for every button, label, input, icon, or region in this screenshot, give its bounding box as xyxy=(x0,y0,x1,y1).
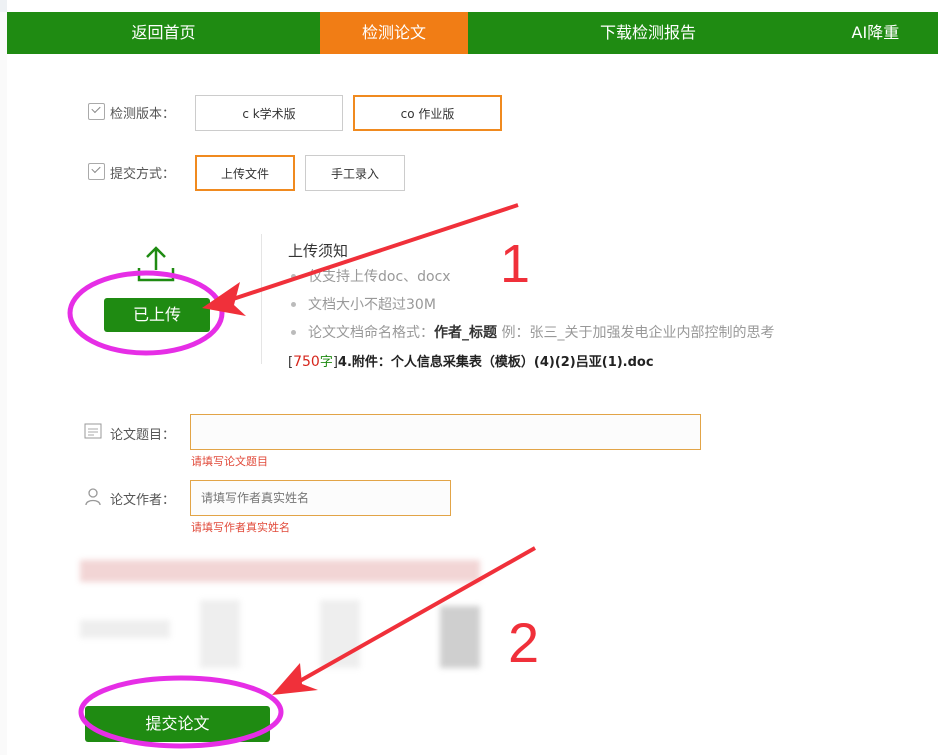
redacted-row-1 xyxy=(80,560,480,582)
note-size-text: 文档大小不超过30M xyxy=(308,297,436,313)
upload-icon xyxy=(137,246,175,282)
version-check-icon xyxy=(88,103,105,120)
version-option-academic[interactable]: c k学术版 xyxy=(195,95,343,131)
note-size: 文档大小不超过30M xyxy=(288,294,774,322)
method-label: 提交方式： xyxy=(110,167,176,182)
title-field-label: 论文题目： xyxy=(110,428,176,443)
version-label: 检测版本： xyxy=(110,107,176,122)
author-input[interactable] xyxy=(190,480,451,516)
method-check-icon xyxy=(88,163,105,180)
note-naming-prefix: 论文文档命名格式： xyxy=(308,325,434,341)
version-option-homework[interactable]: co 作业版 xyxy=(353,95,502,131)
title-input[interactable] xyxy=(190,414,701,450)
note-naming-bold: 作者_标题 xyxy=(434,325,497,341)
word-count: 750 xyxy=(293,354,320,370)
note-format-text: 仅支持上传doc、docx xyxy=(308,269,451,285)
method-manual-entry[interactable]: 手工录入 xyxy=(305,155,405,191)
uploaded-file-line: [750字]4.附件：个人信息采集表（模板）(4)(2)吕亚(1).doc xyxy=(288,351,654,370)
note-naming-example: 例：张三_关于加强发电企业内部控制的思考 xyxy=(497,325,775,341)
title-error: 请填写论文题目 xyxy=(191,455,268,468)
method-upload-file[interactable]: 上传文件 xyxy=(195,155,295,191)
title-field-icon xyxy=(84,423,102,439)
top-nav: 返回首页 检测论文 下载检测报告 AI降重 xyxy=(7,12,938,54)
tab-ai-rewrite[interactable]: AI降重 xyxy=(828,12,938,54)
note-naming: 论文文档命名格式：作者_标题 例：张三_关于加强发电企业内部控制的思考 xyxy=(288,322,774,350)
note-format: 仅支持上传doc、docx xyxy=(288,266,774,294)
upload-notice-title: 上传须知 xyxy=(288,242,349,260)
redacted-image-1 xyxy=(200,600,240,668)
redacted-row-2-label xyxy=(80,620,170,638)
upload-notes: 仅支持上传doc、docx 文档大小不超过30M 论文文档命名格式：作者_标题 … xyxy=(288,266,774,350)
author-error: 请填写作者真实姓名 xyxy=(191,521,290,534)
redacted-image-3 xyxy=(440,606,480,668)
word-count-unit: 字 xyxy=(319,355,333,370)
uploaded-file-name: 4.附件：个人信息采集表（模板）(4)(2)吕亚(1).doc xyxy=(337,355,654,370)
tab-check-paper[interactable]: 检测论文 xyxy=(320,12,468,54)
author-field-label: 论文作者： xyxy=(110,493,176,508)
tab-home[interactable]: 返回首页 xyxy=(7,12,320,54)
uploaded-button[interactable]: 已上传 xyxy=(104,298,210,332)
submit-paper-button[interactable]: 提交论文 xyxy=(85,706,270,742)
redacted-image-2 xyxy=(320,600,360,668)
tab-ai-rewrite-label: AI降重 xyxy=(851,23,900,42)
divider xyxy=(261,234,262,364)
author-user-icon xyxy=(85,488,101,506)
tab-download-report[interactable]: 下载检测报告 xyxy=(468,12,828,54)
